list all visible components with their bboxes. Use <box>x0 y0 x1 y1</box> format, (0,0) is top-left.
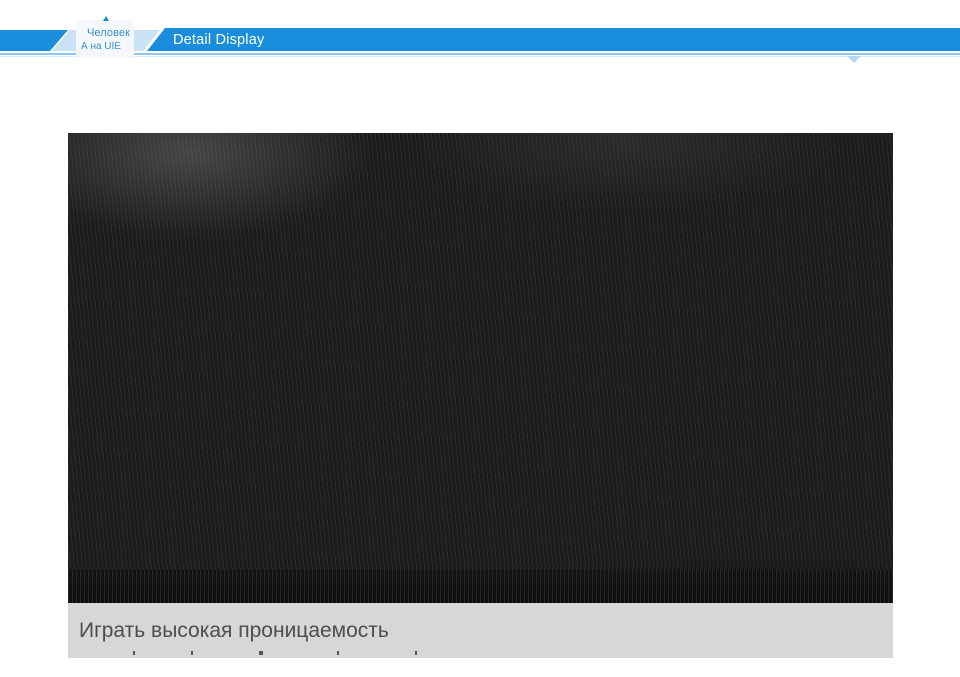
product-detail-photo: Играть высокая проницаемость <box>68 133 893 658</box>
photo-caption: Играть высокая проницаемость <box>79 619 389 642</box>
banner-graphic <box>0 28 960 63</box>
brand-badge-line1: Человек <box>87 27 131 39</box>
fabric-hem-detail <box>68 569 893 605</box>
fabric-closeup-image <box>68 133 893 603</box>
brand-badge-line2: А на UIE <box>81 41 121 52</box>
detail-display-banner: Человек А на UIE Detail Display <box>0 0 960 70</box>
badge-arrow-icon <box>103 16 109 21</box>
caption-cropped-text-remnant <box>79 649 439 657</box>
brand-badge <box>76 20 134 58</box>
photo-caption-bar: Играть высокая проницаемость <box>68 603 893 658</box>
section-title: Detail Display <box>173 32 265 48</box>
